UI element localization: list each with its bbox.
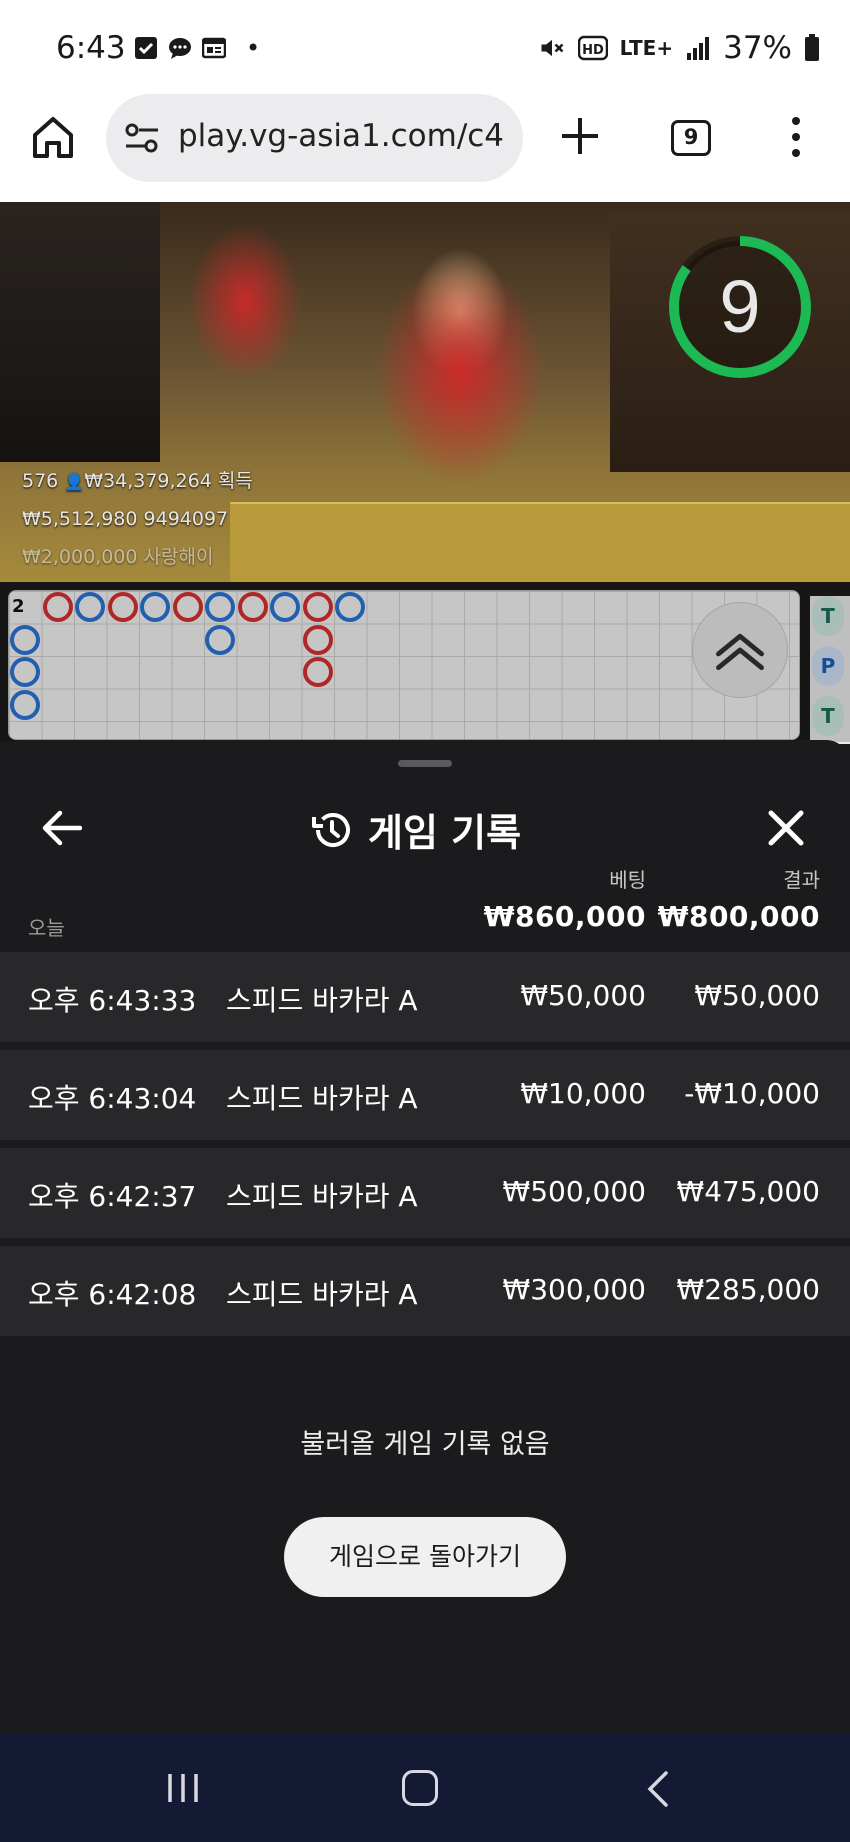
column-header-result: 결과 [783,868,820,892]
winner-line: ₩2,000,000 사랑해이 [22,546,214,568]
row-game: 스피드 바카라 A [226,1180,418,1213]
return-to-game-button[interactable]: 게임으로 돌아가기 [284,1517,566,1597]
back-icon[interactable] [646,1770,670,1808]
game-history-sheet: 게임 기록 베팅 결과 오늘 ₩860,000 ₩800,000 오후 6:43… [0,740,850,1734]
row-time: 오후 6:42:08 [28,1278,197,1311]
row-bet: ₩50,000 [520,979,646,1012]
notification-dot: • [246,34,261,62]
check-box-icon [135,37,157,59]
row-game: 스피드 바카라 A [226,1082,418,1115]
battery-icon [805,34,819,61]
row-time: 오후 6:42:37 [28,1180,197,1213]
news-icon [202,37,226,59]
person-icon: 👤 [64,472,85,491]
betting-countdown: 9 [665,232,815,382]
dealer-background [0,202,160,462]
row-result: ₩285,000 [676,1273,820,1306]
empty-state-message: 불러올 게임 기록 없음 [300,1429,550,1460]
sheet-drag-handle[interactable] [398,760,452,767]
total-bet: ₩860,000 [483,900,646,933]
history-row[interactable]: 오후 6:43:33 스피드 바카라 A ₩50,000 ₩50,000 [0,952,850,1042]
hd-voice-icon: HD [577,35,608,61]
mute-icon [541,39,564,57]
row-result: -₩10,000 [684,1077,820,1110]
back-arrow-icon[interactable] [42,810,82,846]
url-text[interactable]: play.vg-asia1.com/c4 [178,118,516,154]
players-count: 576 [22,470,59,492]
row-result: ₩50,000 [694,979,820,1012]
system-navigation-bar [0,1734,850,1842]
row-game: 스피드 바카라 A [226,1278,418,1311]
total-result: ₩800,000 [657,900,820,933]
baccarat-table [230,502,850,582]
row-time: 오후 6:43:04 [28,1082,197,1115]
site-settings-icon[interactable] [124,121,160,155]
history-icon [312,812,350,847]
winners-summary: 576 👤₩34,379,264 획득 [22,466,253,493]
new-tab-button[interactable] [558,114,602,158]
winner-line: ₩5,512,980 9494097 [22,508,229,530]
row-bet: ₩500,000 [502,1175,646,1208]
status-bar: 6:43 • HD LTE+ 37% [0,0,850,92]
close-icon[interactable] [766,808,806,848]
signal-icon [687,37,710,60]
page-title: 게임 기록 [368,811,522,855]
browser-toolbar: play.vg-asia1.com/c4 9 [0,92,850,202]
tab-switcher-button[interactable]: 9 [671,120,711,156]
more-menu-icon[interactable] [788,114,804,160]
modal-backdrop[interactable] [0,582,850,742]
sheet-title: 게임 기록 [310,802,521,857]
chat-bubble-icon [169,38,191,59]
clock: 6:43 [56,30,126,66]
countdown-number: 9 [719,265,761,348]
recent-apps-icon[interactable] [166,1772,200,1804]
history-row[interactable]: 오후 6:42:08 스피드 바카라 A ₩300,000 ₩285,000 [0,1246,850,1336]
column-header-bet: 베팅 [609,868,646,892]
row-bet: ₩10,000 [520,1077,646,1110]
row-time: 오후 6:43:33 [28,984,197,1017]
battery-percent: 37% [723,30,792,66]
row-game: 스피드 바카라 A [226,984,418,1017]
lte-plus-icon: LTE+ [619,36,674,60]
win-amount: ₩34,379,264 획득 [84,470,253,492]
history-row[interactable]: 오후 6:42:37 스피드 바카라 A ₩500,000 ₩475,000 [0,1148,850,1238]
svg-text:HD: HD [582,43,604,58]
history-list: 오후 6:43:33 스피드 바카라 A ₩50,000 ₩50,000 오후 … [0,952,850,1344]
history-row[interactable]: 오후 6:43:04 스피드 바카라 A ₩10,000 -₩10,000 [0,1050,850,1140]
sheet-header: 게임 기록 [0,788,850,868]
date-group-label: 오늘 [28,916,65,940]
row-result: ₩475,000 [676,1175,820,1208]
address-bar[interactable]: play.vg-asia1.com/c4 [106,94,523,182]
home-button[interactable] [30,114,76,160]
home-icon[interactable] [402,1770,438,1806]
row-bet: ₩300,000 [502,1273,646,1306]
